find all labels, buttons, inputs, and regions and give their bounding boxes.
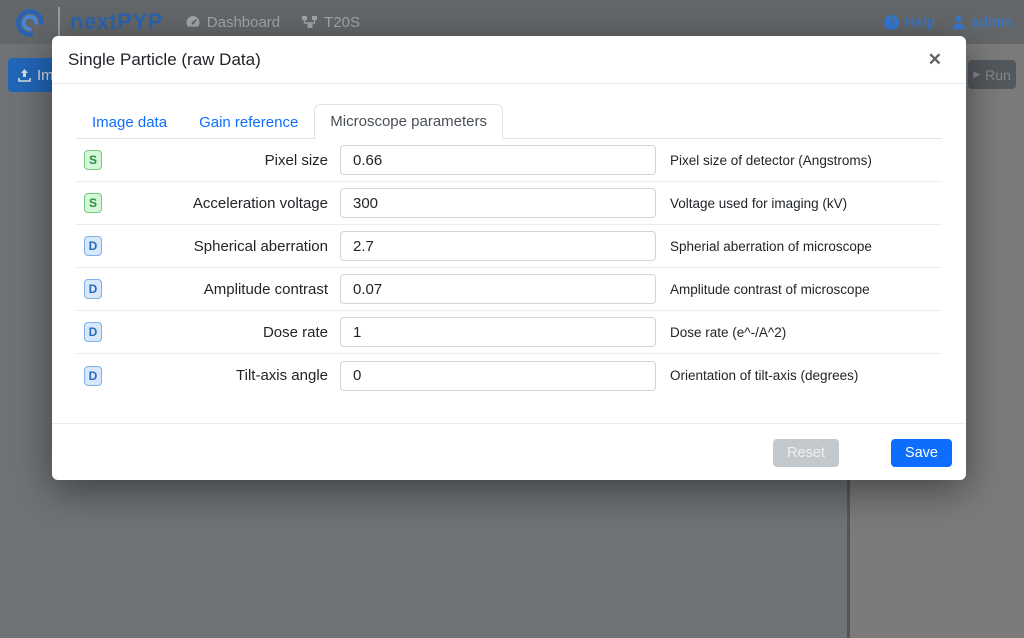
dashboard-icon <box>185 14 201 30</box>
data-scope-badge: D <box>84 322 102 342</box>
param-input-spherical-aberration[interactable] <box>340 231 656 261</box>
param-label: Tilt-axis angle <box>116 367 328 384</box>
tab-gain-reference[interactable]: Gain reference <box>183 105 314 139</box>
nav-project-label: T20S <box>324 14 360 31</box>
param-description: Pixel size of detector (Angstroms) <box>668 153 942 168</box>
data-scope-badge: D <box>84 279 102 299</box>
param-input-acceleration-voltage[interactable] <box>340 188 656 218</box>
param-input-pixel-size[interactable] <box>340 145 656 175</box>
admin-user-link[interactable]: admin <box>951 14 1012 31</box>
import-icon <box>18 68 31 82</box>
param-label: Amplitude contrast <box>116 281 328 298</box>
brand-separator <box>58 7 60 37</box>
admin-label: admin <box>971 14 1012 31</box>
nav-dashboard-label: Dashboard <box>207 14 280 31</box>
param-row-amplitude-contrast: D Amplitude contrast Amplitude contrast … <box>76 268 942 311</box>
param-row-dose-rate: D Dose rate Dose rate (e^-/A^2) <box>76 311 942 354</box>
tab-image-data[interactable]: Image data <box>76 105 183 139</box>
data-scope-badge: D <box>84 236 102 256</box>
dialog-footer: Reset Save <box>52 423 966 481</box>
nav-project-t20s[interactable]: T20S <box>302 14 360 31</box>
nav-dashboard[interactable]: Dashboard <box>185 14 280 31</box>
single-particle-dialog: Single Particle (raw Data) ✕ Image data … <box>52 36 966 480</box>
param-row-acceleration-voltage: S Acceleration voltage Voltage used for … <box>76 182 942 225</box>
topbar-right-links: ? Help admin <box>884 14 1012 31</box>
run-button-label: Run <box>985 67 1011 83</box>
param-input-amplitude-contrast[interactable] <box>340 274 656 304</box>
dialog-body: Image data Gain reference Microscope par… <box>52 84 966 423</box>
param-row-pixel-size: S Pixel size Pixel size of detector (Ang… <box>76 139 942 182</box>
user-icon <box>951 15 966 30</box>
param-label: Spherical aberration <box>116 238 328 255</box>
dialog-title: Single Particle (raw Data) <box>68 50 261 70</box>
run-button[interactable]: ▶ Run <box>968 60 1016 89</box>
param-description: Orientation of tilt-axis (degrees) <box>668 368 942 383</box>
shared-scope-badge: S <box>84 150 102 170</box>
dialog-header: Single Particle (raw Data) ✕ <box>52 36 966 84</box>
param-input-tilt-axis-angle[interactable] <box>340 361 656 391</box>
top-nav-links: Dashboard T20S <box>185 14 360 31</box>
play-icon: ▶ <box>973 70 980 79</box>
help-icon: ? <box>884 15 899 30</box>
help-label: Help <box>904 14 935 31</box>
screen: nextPYP Dashboard T20S <box>0 0 1024 638</box>
project-diagram-icon <box>302 15 318 30</box>
close-icon[interactable]: ✕ <box>920 47 950 72</box>
tab-bar: Image data Gain reference Microscope par… <box>76 100 942 139</box>
reset-button[interactable]: Reset <box>773 439 839 467</box>
brand[interactable]: nextPYP <box>12 4 163 40</box>
wave-logo-icon <box>12 4 48 40</box>
help-link[interactable]: ? Help <box>884 14 935 31</box>
param-row-tilt-axis-angle: D Tilt-axis angle Orientation of tilt-ax… <box>76 354 942 397</box>
param-input-dose-rate[interactable] <box>340 317 656 347</box>
param-description: Amplitude contrast of microscope <box>668 282 942 297</box>
param-description: Voltage used for imaging (kV) <box>668 196 942 211</box>
param-label: Acceleration voltage <box>116 195 328 212</box>
save-button[interactable]: Save <box>891 439 952 467</box>
param-label: Pixel size <box>116 152 328 169</box>
param-description: Spherial aberration of microscope <box>668 239 942 254</box>
tab-microscope-parameters[interactable]: Microscope parameters <box>314 104 503 139</box>
data-scope-badge: D <box>84 366 102 386</box>
param-description: Dose rate (e^-/A^2) <box>668 325 942 340</box>
shared-scope-badge: S <box>84 193 102 213</box>
parameter-list: S Pixel size Pixel size of detector (Ang… <box>76 139 942 397</box>
param-label: Dose rate <box>116 324 328 341</box>
brand-name: nextPYP <box>70 9 163 35</box>
param-row-spherical-aberration: D Spherical aberration Spherial aberrati… <box>76 225 942 268</box>
